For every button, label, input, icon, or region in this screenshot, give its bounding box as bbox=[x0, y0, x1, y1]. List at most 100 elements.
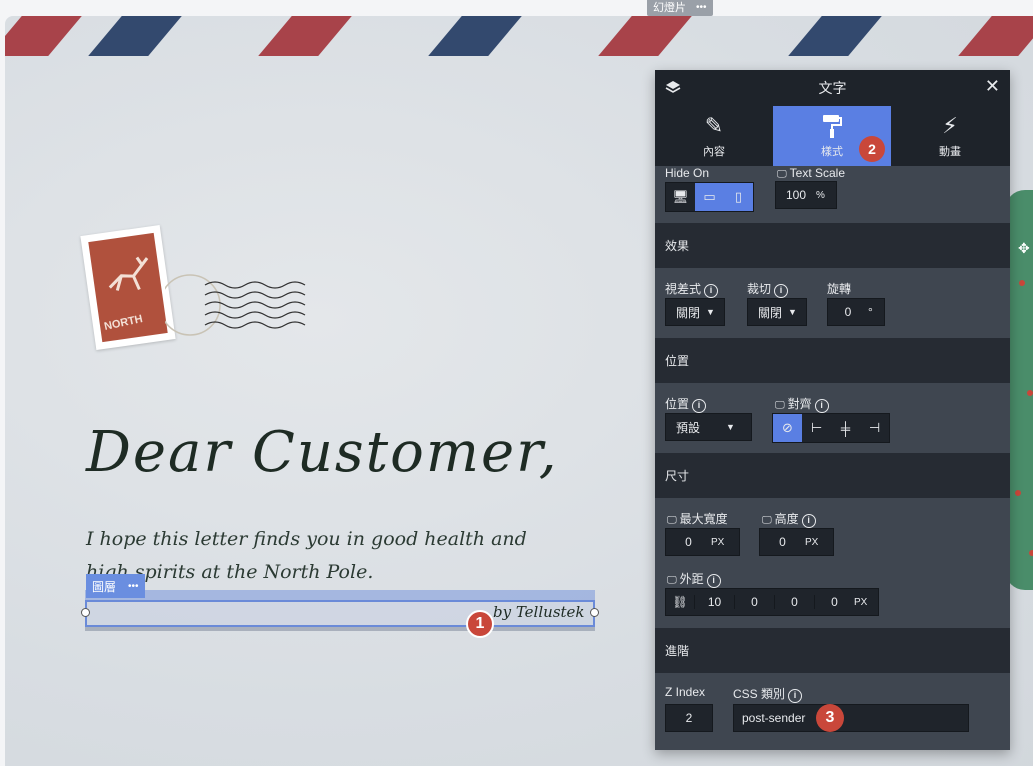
reindeer-icon bbox=[108, 256, 149, 291]
align-label: 🖵 對齊 i bbox=[775, 395, 829, 413]
badge-3: 3 bbox=[816, 704, 844, 732]
size-heading[interactable]: 尺寸 bbox=[655, 453, 1010, 498]
margin-right-input[interactable]: 0 bbox=[734, 595, 774, 609]
info-icon: i bbox=[706, 574, 721, 588]
info-icon: i bbox=[692, 399, 707, 413]
selection-bottom-bar bbox=[85, 627, 595, 631]
chevron-down-icon: ▼ bbox=[706, 307, 715, 317]
link-icon[interactable]: ⛓ bbox=[666, 595, 694, 609]
slide-tag[interactable]: 幻燈片 ••• bbox=[647, 0, 713, 16]
align-toggles: ⊘ ⊢ ╪ ⊣ bbox=[772, 413, 890, 443]
position-select[interactable]: 預設 ▼ bbox=[665, 413, 752, 441]
align-right-icon[interactable]: ⊣ bbox=[860, 414, 889, 442]
tab-animation[interactable]: ⚡ 動畫 bbox=[891, 106, 1009, 166]
zindex-input[interactable]: 2 bbox=[665, 704, 713, 732]
align-left-icon[interactable]: ⊢ bbox=[802, 414, 831, 442]
info-icon: i bbox=[704, 284, 719, 298]
stripe-red bbox=[958, 16, 1033, 56]
badge-1: 1 bbox=[466, 610, 494, 638]
stripe-blue bbox=[428, 16, 522, 56]
slide-tag-label: 幻燈片 bbox=[653, 2, 686, 14]
rotate-input[interactable]: 0 ° bbox=[827, 298, 885, 326]
editor-canvas: 幻燈片 ••• NORTH Dear Customer, I hope this… bbox=[0, 0, 1033, 766]
margin-left-input[interactable]: 0 bbox=[814, 595, 854, 609]
panel-title: 文字 bbox=[818, 80, 847, 96]
effects-heading[interactable]: 效果 bbox=[655, 223, 1010, 268]
info-icon: i bbox=[814, 399, 829, 413]
tablet-icon[interactable]: ▭ bbox=[695, 183, 724, 211]
close-icon[interactable]: ✕ bbox=[985, 76, 1000, 97]
badge-2: 2 bbox=[859, 136, 885, 162]
zindex-label: Z Index bbox=[665, 685, 706, 699]
layer-more-icon[interactable]: ••• bbox=[128, 581, 139, 592]
stamp-text: NORTH bbox=[103, 313, 144, 333]
stripe-blue bbox=[88, 16, 182, 56]
css-class-input[interactable]: post-sender bbox=[733, 704, 969, 732]
margin-top-input[interactable]: 10 bbox=[694, 595, 734, 609]
tab-animation-label: 動畫 bbox=[939, 146, 961, 158]
margin-bottom-input[interactable]: 0 bbox=[774, 595, 814, 609]
crop-label: 裁切 i bbox=[747, 280, 789, 298]
panel-tabs: ✎ 內容 樣式 2 ⚡ 動畫 bbox=[655, 106, 1010, 166]
advanced-row: Z Index 2 CSS 類別 i post-sender 3 bbox=[655, 673, 1010, 748]
tab-content[interactable]: ✎ 內容 bbox=[655, 106, 773, 166]
margin-inputs: ⛓ 10 0 0 0 PX bbox=[665, 588, 879, 616]
monitor-icon: 🖵 bbox=[775, 400, 785, 411]
postage-stamp: NORTH bbox=[80, 224, 176, 351]
airmail-stripes bbox=[5, 16, 1033, 56]
chevron-down-icon: ▼ bbox=[726, 422, 735, 432]
stamp-reindeer: NORTH bbox=[88, 232, 168, 343]
monitor-icon: 🖵 bbox=[667, 515, 677, 526]
rotate-label: 旋轉 bbox=[827, 282, 852, 296]
margin-unit: PX bbox=[854, 596, 868, 608]
stripe-blue bbox=[788, 16, 882, 56]
tab-content-label: 內容 bbox=[703, 146, 725, 158]
css-class-label: CSS 類別 i bbox=[733, 685, 803, 703]
max-width-input[interactable]: 0 PX bbox=[665, 528, 740, 556]
layer-tag[interactable]: 圖層 ••• bbox=[86, 574, 145, 598]
info-icon: i bbox=[801, 514, 816, 528]
panel-header: 文字 ✕ bbox=[655, 70, 1010, 106]
pencil-icon: ✎ bbox=[704, 113, 724, 138]
lightning-icon: ⚡ bbox=[942, 113, 958, 138]
monitor-icon: 🖵 bbox=[667, 575, 677, 586]
letter-line-1[interactable]: I hope this letter finds you in good hea… bbox=[86, 528, 527, 550]
tab-style[interactable]: 樣式 2 bbox=[773, 106, 891, 166]
layers-icon bbox=[665, 81, 681, 93]
info-icon: i bbox=[788, 689, 803, 703]
advanced-heading[interactable]: 進階 bbox=[655, 628, 1010, 673]
max-width-label: 🖵 最大寬度 bbox=[667, 512, 728, 526]
position-label: 位置 i bbox=[665, 395, 707, 413]
mobile-icon[interactable]: ▯ bbox=[724, 183, 753, 211]
position-heading[interactable]: 位置 bbox=[655, 338, 1010, 383]
parallax-select[interactable]: 關閉 ▼ bbox=[665, 298, 725, 326]
visibility-row: Hide On 🖥 ▭ ▯ 🖵 Text Scale 100 % bbox=[655, 166, 1010, 223]
slide-more-icon[interactable]: ••• bbox=[696, 0, 707, 16]
hide-on-toggles: 🖥 ▭ ▯ bbox=[665, 182, 754, 212]
text-settings-panel: 文字 ✕ ✎ 內容 樣式 2 ⚡ 動畫 Hide On 🖥 ▭ ▯ 🖵 Text… bbox=[655, 70, 1010, 750]
move-cursor-icon: ✥ bbox=[1018, 240, 1030, 256]
size-row: 🖵 最大寬度 0 PX 🖵 高度 i 0 PX 🖵 外距 i ⛓ 10 0 0 0 PX bbox=[655, 498, 1010, 628]
align-none-icon[interactable]: ⊘ bbox=[773, 414, 802, 442]
resize-handle-right[interactable] bbox=[590, 608, 599, 617]
effects-row: 視差式 i 關閉 ▼ 裁切 i 關閉 ▼ 旋轉 0 ° bbox=[655, 268, 1010, 338]
height-input[interactable]: 0 PX bbox=[759, 528, 834, 556]
letter-greeting[interactable]: Dear Customer, bbox=[86, 420, 559, 485]
layer-tag-label: 圖層 bbox=[92, 579, 117, 594]
stripe-red bbox=[598, 16, 692, 56]
stripe-red bbox=[5, 16, 82, 56]
desktop-icon[interactable]: 🖥 bbox=[666, 183, 695, 211]
height-label: 🖵 高度 i bbox=[762, 510, 816, 528]
align-center-icon[interactable]: ╪ bbox=[831, 414, 860, 442]
selection-top-bar bbox=[85, 590, 595, 600]
parallax-label: 視差式 i bbox=[665, 280, 719, 298]
info-icon: i bbox=[774, 284, 789, 298]
letter-sender[interactable]: by Tellustek bbox=[493, 603, 585, 621]
postmark-icon bbox=[165, 274, 306, 336]
text-scale-input[interactable]: 100 % bbox=[775, 181, 837, 209]
margin-label: 🖵 外距 i bbox=[667, 570, 721, 588]
resize-handle-left[interactable] bbox=[81, 608, 90, 617]
stripe-red bbox=[258, 16, 352, 56]
crop-select[interactable]: 關閉 ▼ bbox=[747, 298, 807, 326]
paint-roller-icon bbox=[823, 115, 842, 138]
